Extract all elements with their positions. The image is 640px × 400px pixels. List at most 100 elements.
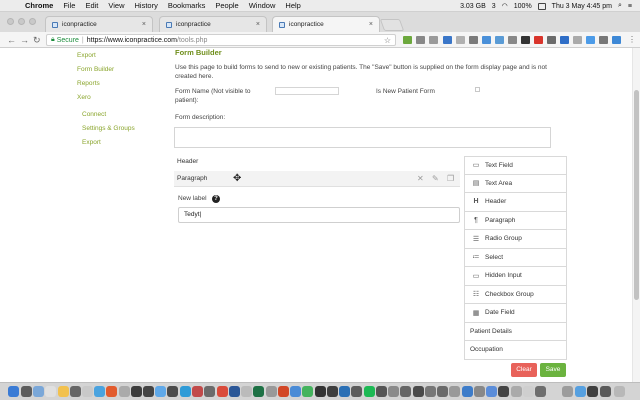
notification-center-icon[interactable]: ≡ [628, 3, 632, 10]
bookmark-star-icon[interactable]: ☆ [384, 36, 391, 45]
menu-app-name[interactable]: Chrome [25, 1, 53, 10]
sidebar-subitem-export[interactable]: Export [82, 139, 101, 146]
extension-icon[interactable] [508, 36, 517, 44]
dock-app-icon[interactable] [449, 386, 460, 397]
form-item-header[interactable]: Header [177, 158, 198, 165]
menu-view[interactable]: View [108, 1, 124, 10]
palette-item-header[interactable]: H Header [464, 193, 567, 212]
clock[interactable]: Thu 3 May 4:45 pm [552, 3, 612, 10]
extension-icon[interactable] [456, 36, 465, 44]
new-tab-button[interactable] [379, 19, 405, 31]
sidebar-subitem-settings-groups[interactable]: Settings & Groups [82, 125, 135, 132]
dock-app-icon[interactable] [192, 386, 203, 397]
dock-app-icon[interactable] [94, 386, 105, 397]
notification-count[interactable]: 3 [492, 3, 496, 10]
address-bar[interactable]: 🔒︎ Secure | https://www.iconpractice.com… [46, 34, 396, 46]
dock-app-icon[interactable] [82, 386, 93, 397]
extension-icon[interactable] [482, 36, 491, 44]
dock-app-icon[interactable] [498, 386, 509, 397]
palette-item-hidden-input[interactable]: ▭ Hidden Input [464, 267, 567, 286]
dock-app-icon[interactable] [155, 386, 166, 397]
dock-app-icon[interactable] [143, 386, 154, 397]
menu-people[interactable]: People [215, 1, 238, 10]
trash-icon[interactable] [614, 386, 625, 397]
browser-tab-3-active[interactable]: iconpractice × [272, 16, 380, 32]
extension-icon[interactable] [429, 36, 438, 44]
tab-close-icon[interactable]: × [256, 21, 260, 28]
dock-app-icon[interactable] [523, 386, 534, 397]
dock-app-icon[interactable] [400, 386, 411, 397]
powerpoint-icon[interactable] [278, 386, 289, 397]
form-description-textarea[interactable] [174, 127, 551, 148]
dock-app-icon[interactable] [290, 386, 301, 397]
dock-app-icon[interactable] [315, 386, 326, 397]
dock-app-icon[interactable] [302, 386, 313, 397]
dock-app-icon[interactable] [339, 386, 350, 397]
dock-app-icon[interactable] [204, 386, 215, 397]
extension-icon[interactable] [403, 36, 412, 44]
menu-help[interactable]: Help [285, 1, 300, 10]
browser-tab-2[interactable]: iconpractice × [159, 16, 267, 32]
dock-app-icon[interactable] [351, 386, 362, 397]
form-name-input[interactable] [275, 87, 339, 95]
tab-close-icon[interactable]: × [369, 21, 373, 28]
remove-icon[interactable]: ✕ [417, 174, 424, 183]
back-button[interactable]: ← [7, 34, 16, 46]
menu-bookmarks[interactable]: Bookmarks [168, 1, 206, 10]
dock-app-icon[interactable] [327, 386, 338, 397]
dock-app-icon[interactable] [376, 386, 387, 397]
extension-icon[interactable] [547, 36, 556, 44]
save-button[interactable]: Save [540, 363, 566, 377]
form-item-paragraph[interactable]: Paragraph ✥ ✕ ✎ ❐ [174, 171, 460, 187]
battery-percent[interactable]: 100% [514, 3, 532, 10]
menu-file[interactable]: File [63, 1, 75, 10]
edit-pencil-icon[interactable]: ✎ [432, 174, 439, 183]
extension-icon[interactable] [560, 36, 569, 44]
palette-item-checkbox-group[interactable]: ☷ Checkbox Group [464, 285, 567, 304]
dock-app-icon[interactable] [437, 386, 448, 397]
extension-icon[interactable] [495, 36, 504, 44]
dock-app-icon[interactable] [241, 386, 252, 397]
reload-button[interactable]: ↻ [33, 34, 41, 46]
chrome-icon[interactable] [58, 386, 69, 397]
palette-item-patient-details[interactable]: Patient Details [464, 322, 567, 341]
dock-app-icon[interactable] [119, 386, 130, 397]
palette-item-text-area[interactable]: ▤ Text Area [464, 174, 567, 193]
dock-app-icon[interactable] [587, 386, 598, 397]
extension-icon[interactable] [573, 36, 582, 44]
dock-app-icon[interactable] [70, 386, 81, 397]
dock-app-icon[interactable] [600, 386, 611, 397]
dock-app-icon[interactable] [266, 386, 277, 397]
scrollbar-thumb[interactable] [634, 90, 639, 300]
memory-status[interactable]: 3.03 GB [460, 3, 486, 10]
palette-item-paragraph[interactable]: ¶ Paragraph [464, 211, 567, 230]
skype-icon[interactable] [180, 386, 191, 397]
dock-app-icon[interactable] [217, 386, 228, 397]
menu-history[interactable]: History [135, 1, 158, 10]
palette-item-occupation[interactable]: Occupation [464, 341, 567, 360]
dock-app-icon[interactable] [535, 386, 546, 397]
palette-item-radio-group[interactable]: ☰ Radio Group [464, 230, 567, 249]
extension-icon[interactable] [599, 36, 608, 44]
new-patient-checkbox[interactable] [475, 87, 480, 92]
browser-menu-icon[interactable]: ⋮ [628, 34, 636, 46]
dock-app-icon[interactable] [388, 386, 399, 397]
palette-item-date-field[interactable]: ▦ Date Field [464, 304, 567, 323]
sidebar-item-reports[interactable]: Reports [77, 80, 100, 87]
extension-icon[interactable] [443, 36, 452, 44]
dock-app-icon[interactable] [131, 386, 142, 397]
dock-app-icon[interactable] [511, 386, 522, 397]
extension-icon[interactable] [586, 36, 595, 44]
minimize-window-dot[interactable] [18, 18, 25, 25]
menu-window[interactable]: Window [249, 1, 276, 10]
tab-close-icon[interactable]: × [142, 21, 146, 28]
excel-icon[interactable] [253, 386, 264, 397]
dock-app-icon[interactable] [462, 386, 473, 397]
finder-icon[interactable] [8, 386, 19, 397]
extension-icon[interactable] [612, 36, 621, 44]
dock-app-icon[interactable] [33, 386, 44, 397]
browser-tab-1[interactable]: iconpractice × [45, 16, 153, 32]
copy-icon[interactable]: ❐ [447, 174, 454, 183]
forward-button[interactable]: → [20, 34, 29, 46]
extension-icon[interactable] [534, 36, 543, 44]
